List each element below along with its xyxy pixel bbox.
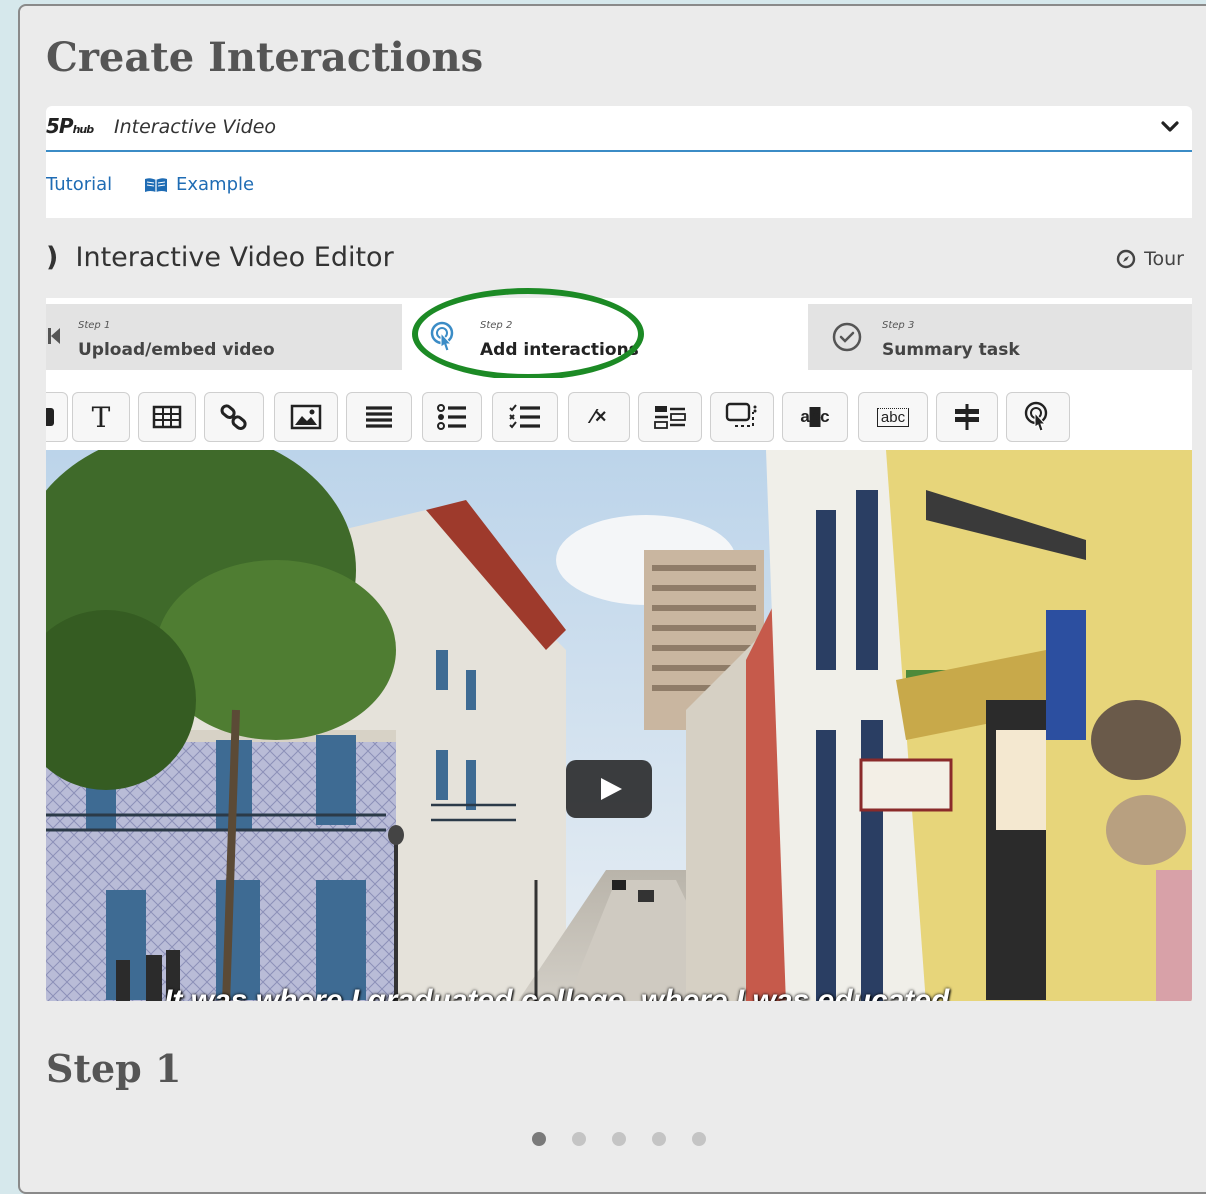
link-icon[interactable] (204, 392, 264, 442)
carousel-dot[interactable] (652, 1132, 666, 1146)
fill-blanks-icon[interactable]: abc (858, 392, 928, 442)
mark-words-icon[interactable]: abc (782, 392, 848, 442)
content-type-name: Interactive Video (114, 116, 277, 138)
image-icon[interactable] (274, 392, 338, 442)
carousel-dot[interactable] (692, 1132, 706, 1146)
create-interactions-panel: Create Interactions 5Phub Interactive Vi… (18, 4, 1206, 1194)
table-icon[interactable] (138, 392, 196, 442)
go-to-question-icon[interactable] (1006, 392, 1070, 442)
help-links-bar: Tutorial Example (46, 152, 1192, 218)
video-subtitle: It was where I graduated college, where … (164, 984, 950, 1001)
carousel-dots (532, 1132, 706, 1146)
editor-logo-icon: ) (46, 242, 59, 273)
touch-interaction-icon (430, 321, 454, 352)
play-button[interactable] (566, 760, 652, 818)
tab-step-2[interactable]: Step 2 Add interactions (406, 304, 806, 370)
step-label: Upload/embed video (78, 340, 275, 360)
content-type-selector[interactable]: 5Phub Interactive Video (46, 106, 1192, 152)
editor-header: ) Interactive Video Editor Tour (46, 218, 1192, 298)
tab-step-3[interactable]: Step 3 Summary task (808, 304, 1192, 370)
drag-text-icon[interactable] (638, 392, 702, 442)
multiple-choice-icon[interactable] (492, 392, 558, 442)
step-label: Summary task (882, 340, 1020, 360)
compass-icon (1116, 249, 1136, 269)
step-label: Add interactions (480, 340, 639, 360)
label-icon[interactable] (46, 392, 68, 442)
section-heading: Step 1 (46, 1046, 182, 1091)
panel-title: Create Interactions (46, 34, 484, 81)
interaction-toolbar: T ⁄× abc abc (46, 378, 1192, 450)
video-frame-street-scene (46, 450, 1192, 1001)
skip-back-icon (48, 328, 60, 344)
h5p-hub-logo: 5Phub (46, 114, 94, 138)
play-icon (601, 778, 622, 800)
step-number: Step 2 (480, 320, 513, 331)
crossroads-icon[interactable] (710, 392, 774, 442)
tutorial-link[interactable]: Tutorial (46, 174, 112, 195)
text-icon[interactable]: T (72, 392, 130, 442)
true-false-icon[interactable]: ⁄× (568, 392, 630, 442)
navigation-hotspot-icon[interactable] (936, 392, 998, 442)
step-tabs: Step 1 Upload/embed video Step 2 Add int… (46, 298, 1192, 378)
example-link[interactable]: Example (144, 174, 254, 195)
step-number: Step 3 (882, 320, 915, 331)
tab-step-1[interactable]: Step 1 Upload/embed video (46, 304, 402, 370)
carousel-dot[interactable] (532, 1132, 546, 1146)
check-circle-icon (832, 322, 862, 352)
book-icon (145, 177, 167, 192)
tour-button[interactable]: Tour (1116, 248, 1184, 270)
step-number: Step 1 (78, 320, 111, 331)
statements-icon[interactable] (346, 392, 412, 442)
page-background-strip (0, 0, 18, 1181)
editor-title: ) Interactive Video Editor (46, 242, 394, 273)
video-player[interactable]: It was where I graduated college, where … (46, 450, 1192, 1001)
chevron-down-icon[interactable] (1158, 114, 1182, 138)
carousel-dot[interactable] (572, 1132, 586, 1146)
carousel-dot[interactable] (612, 1132, 626, 1146)
single-choice-icon[interactable] (422, 392, 482, 442)
h5p-editor-frame: 5Phub Interactive Video Tutorial Example… (46, 106, 1192, 1001)
